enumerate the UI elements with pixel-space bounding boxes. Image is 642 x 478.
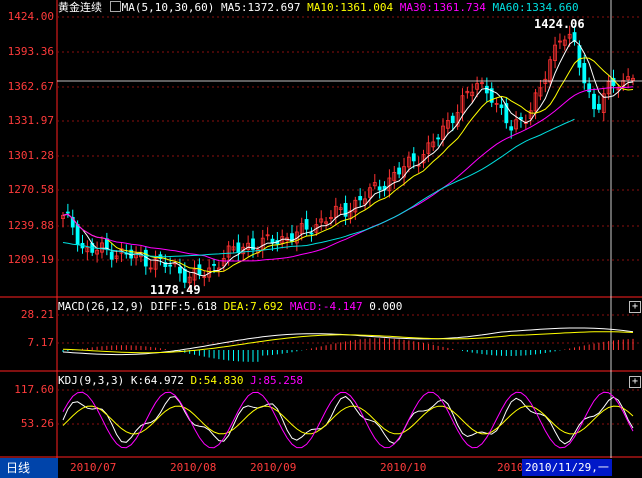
- candle-body: [65, 211, 70, 214]
- kdj-header: KDJ(9,3,3) K:64.972 D:54.830 J:85.258: [58, 374, 303, 388]
- ma-icon[interactable]: [109, 1, 121, 12]
- candle-body: [109, 251, 114, 260]
- candle-body: [182, 269, 187, 283]
- ma5-line: [62, 39, 634, 277]
- instrument-title: 黄金连续: [58, 1, 102, 14]
- candle-body: [397, 167, 402, 175]
- ma30-value: MA30:1361.734: [399, 1, 486, 14]
- ma5-value: MA5:1372.697: [220, 1, 301, 14]
- kdj-j-line: [62, 391, 634, 449]
- candle-body: [377, 186, 382, 191]
- kdj-tick: 117.60: [14, 383, 54, 396]
- macd-tick: 28.21: [20, 308, 54, 321]
- low-price-label: 1178.49: [150, 283, 201, 297]
- candle-body: [436, 137, 441, 140]
- cursor-date-readout: 2010/11/29,一: [522, 459, 612, 476]
- high-price-label: 1424.06: [534, 17, 585, 31]
- candle-body: [178, 266, 182, 274]
- macd-dea-line: [62, 331, 634, 354]
- candle-body: [212, 263, 216, 266]
- kdj-tick: 53.26: [20, 417, 54, 430]
- ma60-line: [62, 118, 575, 258]
- kdj-j: J:85.258: [250, 374, 304, 387]
- ma10-value: MA10:1361.004: [307, 1, 394, 14]
- x-tick-month: 2010/10: [380, 461, 427, 474]
- kdj-k-line: [62, 395, 634, 445]
- candle-body: [75, 224, 80, 245]
- candle-body: [309, 232, 314, 235]
- ma10-line: [62, 57, 634, 273]
- x-tick-month: 2010/08: [170, 461, 217, 474]
- ma60-value: MA60:1334.660: [492, 1, 579, 14]
- candle-body: [592, 93, 596, 110]
- price-tick: 1270.58: [7, 183, 54, 196]
- candle-body: [236, 242, 241, 253]
- x-tick-month: 2010/09: [250, 461, 297, 474]
- candle-body: [450, 115, 455, 124]
- x-tick-month: 2010/07: [70, 461, 117, 474]
- ma-params: MA(5,10,30,60): [121, 1, 215, 14]
- candle-body: [582, 63, 587, 84]
- price-tick: 1209.19: [7, 253, 54, 266]
- kdj-d: D:54.830: [190, 374, 244, 387]
- macd-diff-line: [62, 327, 634, 356]
- macd-value: MACD:-4.147: [289, 300, 363, 313]
- price-tick: 1362.67: [7, 80, 54, 93]
- price-tick: 1393.36: [7, 45, 54, 58]
- candle-body: [596, 103, 601, 110]
- candle-body: [509, 126, 514, 131]
- macd-expand-button[interactable]: +: [629, 301, 641, 313]
- kdj-d-line: [62, 405, 634, 435]
- candle-body: [358, 196, 363, 201]
- macd-zero: 0.000: [369, 300, 403, 313]
- price-header: 黄金连续 MA(5,10,30,60) MA5:1372.697 MA10:13…: [58, 1, 579, 15]
- candle-body: [484, 85, 489, 94]
- kdj-k: K:64.972: [130, 374, 184, 387]
- candle-body: [411, 153, 416, 162]
- candle-body: [577, 45, 582, 68]
- macd-tick: 7.17: [27, 336, 55, 349]
- macd-diff: DIFF:5.618: [150, 300, 217, 313]
- price-tick: 1424.00: [7, 10, 54, 23]
- chart-canvas[interactable]: [0, 0, 642, 478]
- tab-daily[interactable]: 日线: [0, 458, 58, 478]
- candle-body: [168, 264, 173, 267]
- candle-body: [304, 219, 309, 230]
- candle-body: [499, 104, 504, 109]
- kdj-expand-button[interactable]: +: [629, 376, 641, 388]
- price-tick: 1331.97: [7, 114, 54, 127]
- price-tick: 1239.88: [7, 219, 54, 232]
- macd-dea: DEA:7.692: [223, 300, 284, 313]
- macd-params: MACD(26,12,9): [58, 300, 145, 313]
- ma30-line: [62, 86, 634, 262]
- kdj-params: KDJ(9,3,3): [58, 374, 125, 387]
- macd-header: MACD(26,12,9) DIFF:5.618 DEA:7.692 MACD:…: [58, 300, 402, 314]
- price-tick: 1301.28: [7, 149, 54, 162]
